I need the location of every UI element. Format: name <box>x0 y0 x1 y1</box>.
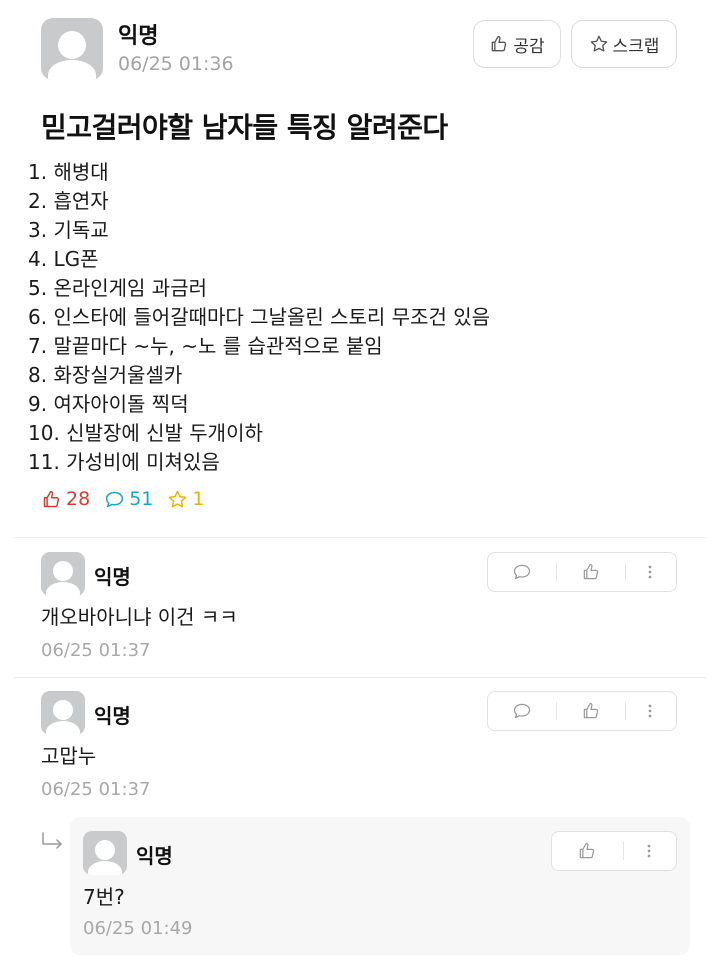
more-options-button[interactable] <box>624 553 676 591</box>
comment-like-button[interactable] <box>556 692 624 730</box>
post-line: 10. 신발장에 신발 두개이하 <box>28 421 263 445</box>
post-line: 9. 여자아이돌 찍덕 <box>28 392 189 416</box>
post-line: 2. 흡연자 <box>28 189 109 213</box>
post-line: 11. 가성비에 미쳐있음 <box>28 450 220 474</box>
comment-avatar <box>41 552 85 596</box>
thumbs-up-icon <box>43 490 60 507</box>
thumbs-up-icon <box>492 35 507 52</box>
comment-text: 고맙누 <box>41 744 97 768</box>
post-body-list: 1. 해병대 2. 흡연자 3. 기독교 4. LG폰 5. 온라인게임 과금러… <box>28 158 688 477</box>
more-options-button[interactable] <box>622 832 676 870</box>
more-vertical-icon <box>648 844 651 858</box>
comment-author: 익명 <box>94 565 131 589</box>
like-count-value: 28 <box>66 488 91 510</box>
reply-arrow-icon <box>42 832 62 849</box>
author-avatar <box>41 18 103 80</box>
post-line: 1. 해병대 <box>28 160 109 184</box>
comment-like-button[interactable] <box>556 553 624 591</box>
speech-bubble-icon <box>514 703 531 719</box>
scrap-button[interactable]: 스크랩 <box>571 20 677 68</box>
comment-count-value: 51 <box>129 488 154 510</box>
post-stats: 28 51 1 <box>41 488 204 510</box>
comment-timestamp: 06/25 01:37 <box>41 640 151 661</box>
like-button-label: 공감 <box>513 36 545 57</box>
reply-text: 7번? <box>83 885 125 909</box>
post-title: 믿고걸러야할 남자들 특징 알려준다 <box>41 111 448 144</box>
speech-bubble-icon <box>106 491 124 507</box>
divider <box>14 537 706 538</box>
avatar-body-shape <box>48 60 96 80</box>
speech-bubble-icon <box>514 564 531 580</box>
star-outline-icon <box>169 490 187 508</box>
comment-actions <box>487 691 677 731</box>
reply-button[interactable] <box>488 692 556 730</box>
avatar-head-shape <box>58 31 86 59</box>
like-count: 28 <box>41 488 90 510</box>
avatar-body-shape <box>46 721 80 735</box>
scrap-count-value: 1 <box>192 488 205 510</box>
comment-text: 개오바아니냐 이건 ㅋㅋ <box>41 605 238 629</box>
thumbs-up-icon <box>583 702 598 719</box>
divider <box>14 677 706 678</box>
reply-like-button[interactable] <box>552 832 623 870</box>
reply-button[interactable] <box>488 553 556 591</box>
post-line: 7. 말끝마다 ~누, ~노 를 습관적으로 붙임 <box>28 334 383 358</box>
thumbs-up-icon <box>580 842 595 859</box>
post-line: 5. 온라인게임 과금러 <box>28 276 207 300</box>
reply-timestamp: 06/25 01:49 <box>83 918 193 939</box>
scrap-button-label: 스크랩 <box>612 36 660 57</box>
comment-avatar <box>41 691 85 735</box>
reply-avatar <box>83 831 127 875</box>
avatar-head-shape <box>53 700 73 720</box>
post-line: 8. 화장실거울셀카 <box>28 363 183 387</box>
post-author-name: 익명 <box>118 24 159 49</box>
like-button[interactable]: 공감 <box>473 20 561 68</box>
more-vertical-icon <box>649 565 652 579</box>
post-line: 3. 기독교 <box>28 218 109 242</box>
reply-author: 익명 <box>136 844 173 868</box>
comment-actions <box>487 552 677 592</box>
avatar-head-shape <box>95 840 115 860</box>
star-outline-icon <box>590 35 607 52</box>
more-vertical-icon <box>649 704 652 718</box>
thumbs-up-icon <box>583 563 598 580</box>
reply-actions <box>551 831 677 871</box>
post-timestamp: 06/25 01:36 <box>118 53 234 75</box>
comment-count: 51 <box>104 488 153 510</box>
avatar-body-shape <box>88 861 122 875</box>
avatar-body-shape <box>46 582 80 596</box>
post-line: 4. LG폰 <box>28 247 99 271</box>
avatar-head-shape <box>53 561 73 581</box>
scrap-count: 1 <box>167 488 204 510</box>
more-options-button[interactable] <box>624 692 676 730</box>
post-line: 6. 인스타에 들어갈때마다 그날올린 스토리 무조건 있음 <box>28 305 491 329</box>
comment-author: 익명 <box>94 704 131 728</box>
comment-timestamp: 06/25 01:37 <box>41 779 151 800</box>
